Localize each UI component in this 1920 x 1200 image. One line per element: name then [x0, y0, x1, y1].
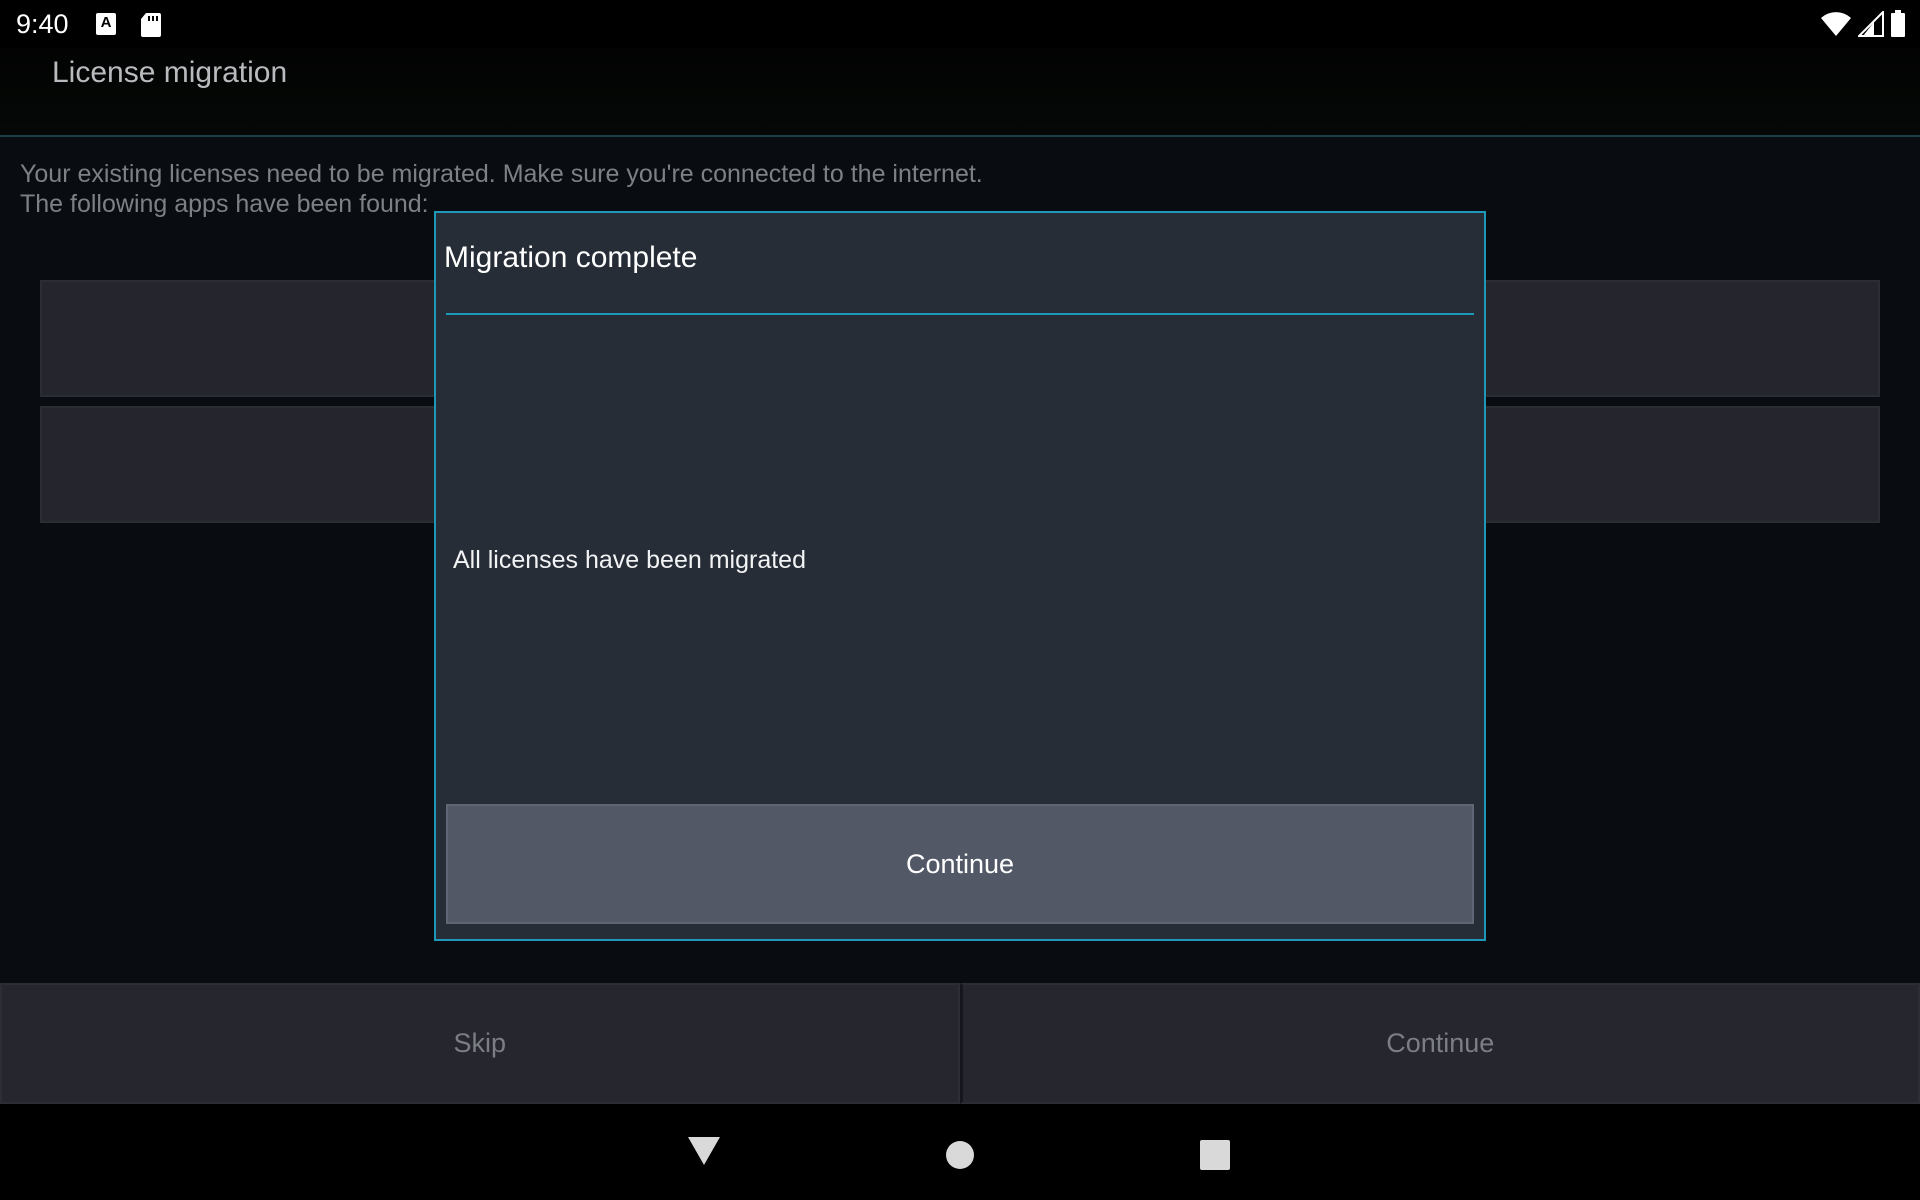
- navigation-bar: [0, 1104, 1920, 1200]
- bottom-action-bar: Skip Continue: [0, 983, 1920, 1104]
- cell-signal-icon: [1856, 9, 1884, 42]
- system-status-icons: [1820, 9, 1906, 43]
- home-icon[interactable]: [945, 1140, 975, 1175]
- status-time: 9:40: [16, 9, 69, 39]
- wifi-icon: [1820, 11, 1852, 42]
- intro-text: Your existing licenses need to be migrat…: [20, 159, 983, 219]
- dialog-divider: [446, 313, 1474, 315]
- back-icon[interactable]: [687, 1136, 721, 1171]
- device-screen: 9:40 A License migration Your existing l…: [0, 0, 1920, 1200]
- status-bar: 9:40 A: [0, 0, 1920, 48]
- intro-line-1: Your existing licenses need to be migrat…: [20, 160, 983, 188]
- page-title: License migration: [52, 56, 288, 89]
- dialog-continue-button[interactable]: Continue: [446, 804, 1474, 924]
- migration-complete-dialog: Migration complete All licenses have bee…: [434, 211, 1486, 941]
- skip-button[interactable]: Skip: [0, 983, 960, 1104]
- dialog-title: Migration complete: [444, 241, 698, 274]
- accessibility-a-icon: A: [96, 13, 116, 35]
- battery-icon: [1890, 10, 1906, 43]
- dialog-message: All licenses have been migrated: [453, 546, 806, 574]
- app-bar: License migration: [0, 48, 1920, 137]
- sd-card-icon: [140, 12, 162, 43]
- recents-icon[interactable]: [1200, 1140, 1230, 1175]
- continue-button[interactable]: Continue: [959, 983, 1920, 1104]
